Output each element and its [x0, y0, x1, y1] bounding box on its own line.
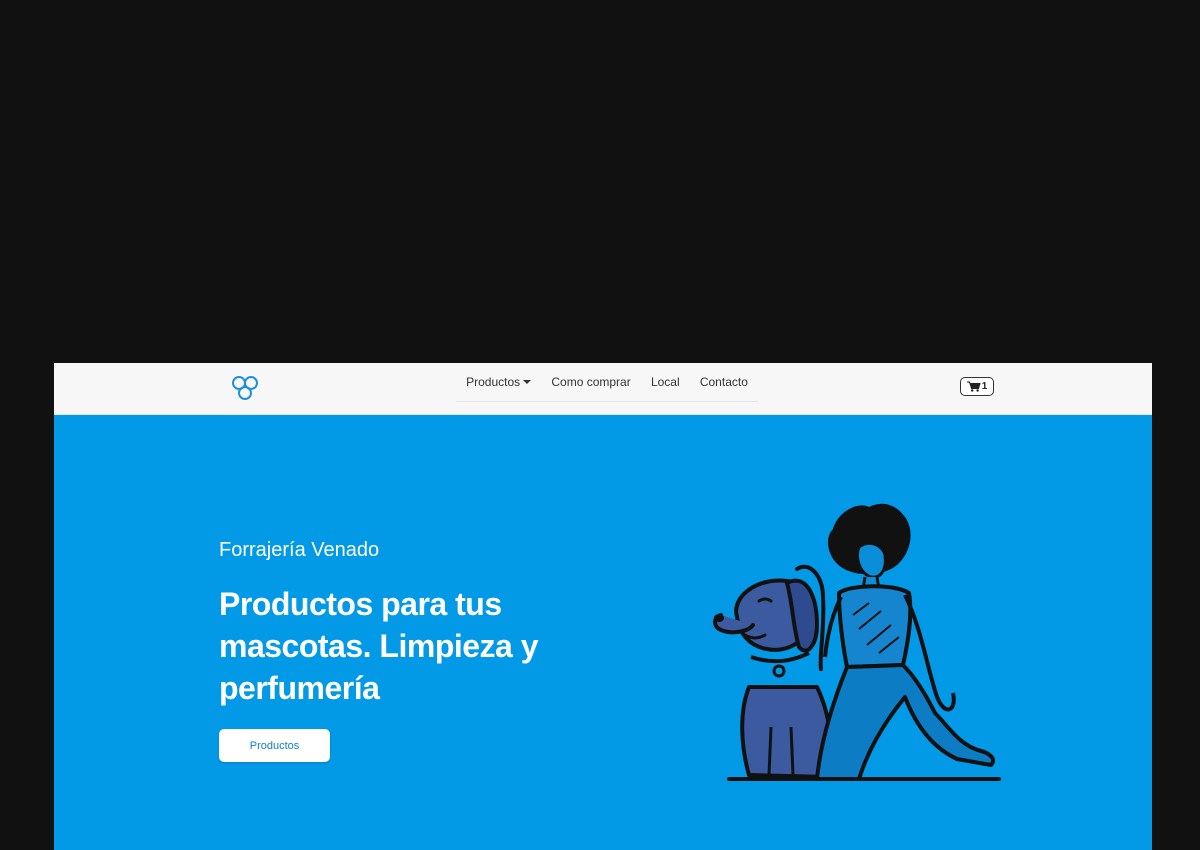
main-nav: Productos Como comprar Local Contacto: [456, 363, 758, 402]
nav-como-comprar[interactable]: Como comprar: [551, 375, 630, 389]
hero-subtitle: Forrajería Venado: [219, 539, 380, 561]
hero-section: Forrajería Venado Productos para tus mas…: [54, 415, 1152, 850]
nav-productos-dropdown[interactable]: Productos: [466, 375, 532, 389]
browser-viewport: Productos Como comprar Local Contacto 1 …: [54, 363, 1152, 850]
nav-link-label: Productos: [466, 375, 521, 389]
hero-headline: Productos para tus mascotas. Limpieza y …: [219, 586, 539, 706]
cart-count-badge: 1: [981, 381, 988, 392]
woman-with-dog-illustration: [713, 503, 1001, 781]
nav-local[interactable]: Local: [651, 375, 680, 389]
navbar: Productos Como comprar Local Contacto 1: [54, 363, 1152, 415]
productos-button[interactable]: Productos: [219, 729, 330, 762]
shopping-cart-icon: [966, 381, 981, 392]
caret-down-icon: [523, 380, 532, 384]
drops-logo-icon[interactable]: [230, 374, 260, 402]
nav-contacto[interactable]: Contacto: [700, 375, 748, 389]
cart-button[interactable]: 1: [960, 377, 994, 396]
